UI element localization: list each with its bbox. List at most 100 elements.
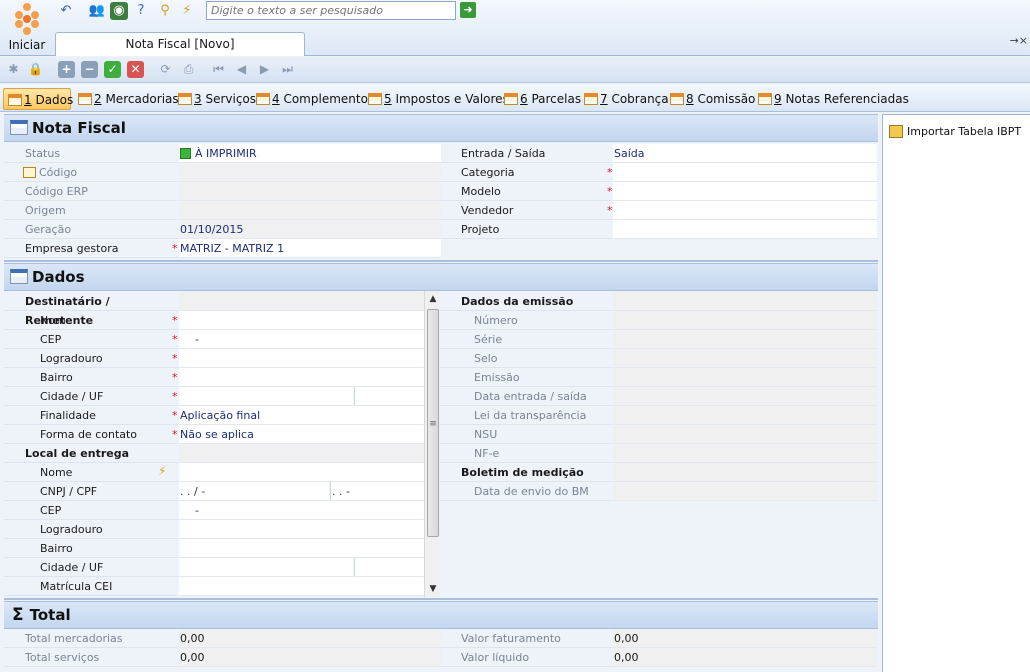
import-ibpt-button[interactable]: Importar Tabela IBPT: [889, 125, 1021, 138]
cancel-icon[interactable]: ✕: [127, 61, 144, 78]
vendedor-field[interactable]: [613, 201, 877, 220]
vendedor-label: Vendedor: [440, 201, 612, 220]
local-bairro-field[interactable]: [179, 539, 424, 558]
data-entrada-saida-label: Data entrada / saída: [440, 387, 612, 406]
previous-record-icon[interactable]: ◀: [233, 61, 250, 78]
form-icon: [584, 93, 598, 105]
required-marker: *: [172, 333, 178, 346]
print-icon[interactable]: ⎙: [180, 61, 197, 78]
confirm-icon[interactable]: ✓: [104, 61, 121, 78]
tab-servicos[interactable]: 3 Serviços: [174, 88, 256, 110]
forma-contato-label: Forma de contato: [4, 425, 178, 444]
total-servicos-label: Total serviços: [4, 648, 178, 667]
actions-panel: Importar Tabela IBPT: [882, 114, 1030, 672]
required-marker: *: [172, 352, 178, 365]
cidade-field[interactable]: [179, 387, 353, 406]
total-servicos-value: 0,00: [179, 648, 441, 667]
add-icon[interactable]: +: [58, 61, 75, 78]
serie-label: Série: [440, 330, 612, 349]
search-go-icon[interactable]: ➜: [460, 2, 476, 18]
edit-code-icon[interactable]: [23, 167, 36, 178]
lei-transparencia-label: Lei da transparência: [440, 406, 612, 425]
tab-complemento[interactable]: 4 Complemento: [252, 88, 368, 110]
matricula-field[interactable]: [179, 577, 424, 596]
local-cidade-field[interactable]: [179, 558, 353, 577]
bairro-field[interactable]: [179, 368, 424, 387]
cep-field[interactable]: -: [179, 330, 424, 349]
codigo-label: Código: [4, 163, 178, 182]
form-icon: [368, 93, 382, 105]
dados-scrollbar[interactable]: ▲ ≡ ▼: [424, 291, 440, 597]
nfe-field: [613, 444, 877, 463]
tab-parcelas[interactable]: 6 Parcelas: [500, 88, 581, 110]
local-nome-field[interactable]: [179, 463, 424, 482]
tab-nota-fiscal[interactable]: Nota Fiscal [Novo]: [55, 32, 305, 56]
tab-impostos-valores[interactable]: 5 Impostos e Valores: [364, 88, 509, 110]
nome-field[interactable]: [179, 311, 424, 330]
required-marker: *: [172, 314, 178, 327]
new-record-icon[interactable]: ✱: [5, 61, 22, 78]
undo-icon[interactable]: ↶: [57, 2, 75, 20]
lock-icon[interactable]: 🔒: [27, 61, 44, 78]
tab-notas-referenciadas[interactable]: 9 Notas Referenciadas: [754, 88, 909, 110]
valor-faturamento-value: 0,00: [613, 629, 877, 648]
refresh-icon[interactable]: ⟳: [157, 61, 174, 78]
projeto-field[interactable]: [613, 220, 877, 239]
last-record-icon[interactable]: ⏭: [279, 61, 296, 78]
tab-cobranca[interactable]: 7 Cobrança: [580, 88, 669, 110]
tab-dados[interactable]: 1 Dados: [3, 88, 73, 110]
cidade-uf-label: Cidade / UF: [4, 387, 178, 406]
required-marker: *: [172, 390, 178, 403]
local-uf-field[interactable]: [354, 558, 424, 577]
serie-field: [613, 330, 877, 349]
modelo-field[interactable]: [613, 182, 877, 201]
entrada-saida-field[interactable]: Saída: [613, 144, 877, 163]
geracao-field: 01/10/2015: [179, 220, 441, 239]
first-record-icon[interactable]: ⏮: [210, 61, 227, 78]
required-marker: *: [172, 242, 178, 255]
scroll-up-icon[interactable]: ▲: [425, 291, 441, 307]
total-mercadorias-label: Total mercadorias: [4, 629, 178, 648]
uf-field[interactable]: [354, 387, 424, 406]
users-icon[interactable]: 👥: [88, 2, 106, 20]
local-cidade-uf-label: Cidade / UF: [4, 558, 178, 577]
import-icon: [889, 125, 903, 138]
status-label: Status: [4, 144, 178, 163]
emissao-blank: [613, 292, 877, 311]
required-marker: *: [172, 371, 178, 384]
next-record-icon[interactable]: ▶: [256, 61, 273, 78]
scroll-thumb[interactable]: ≡: [427, 309, 439, 537]
categoria-field[interactable]: [613, 163, 877, 182]
search-input[interactable]: [206, 1, 456, 20]
section-divider: [4, 598, 878, 600]
categoria-label: Categoria: [440, 163, 612, 182]
section-total: Σ Total: [4, 601, 878, 629]
remove-icon[interactable]: −: [81, 61, 98, 78]
forma-contato-field[interactable]: Não se aplica: [179, 425, 424, 444]
logradouro-field[interactable]: [179, 349, 424, 368]
eye-icon[interactable]: ◉: [110, 2, 128, 20]
local-cep-field[interactable]: -: [179, 501, 424, 520]
tab-comissao[interactable]: 8 Comissão: [666, 88, 755, 110]
form-icon: [256, 93, 270, 105]
lightning-icon[interactable]: ⚡: [178, 2, 196, 20]
local-logradouro-field[interactable]: [179, 520, 424, 539]
help-icon[interactable]: ?: [132, 2, 150, 20]
cpf-field[interactable]: . . -: [330, 482, 424, 501]
tab-mercadorias[interactable]: 2 Mercadorias: [74, 88, 179, 110]
tab-controls[interactable]: →×: [1010, 34, 1028, 47]
form-icon: [178, 93, 192, 105]
finalidade-field[interactable]: Aplicação final: [179, 406, 424, 425]
cnpj-field[interactable]: . . / -: [179, 482, 329, 501]
scroll-down-icon[interactable]: ▼: [425, 581, 441, 597]
start-button[interactable]: Iniciar: [4, 2, 50, 54]
start-label: Iniciar: [8, 38, 46, 52]
required-marker: *: [172, 428, 178, 441]
empresa-gestora-field[interactable]: MATRIZ - MATRIZ 1: [179, 239, 441, 258]
finalidade-label: Finalidade: [4, 406, 178, 425]
filter-icon[interactable]: ⚲: [156, 2, 174, 20]
selo-field: [613, 349, 877, 368]
numero-label: Número: [440, 311, 612, 330]
app-logo-icon: [9, 2, 45, 36]
lightning-icon[interactable]: ⚡: [158, 464, 166, 478]
